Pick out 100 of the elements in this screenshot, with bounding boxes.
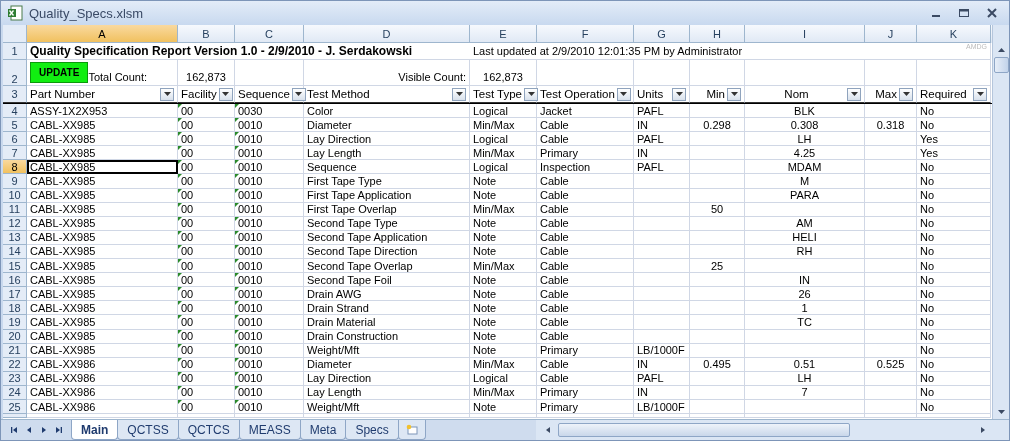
table-cell: Cable xyxy=(540,245,569,258)
table-cell: 0010 xyxy=(238,217,263,230)
column-heading: Part Number xyxy=(30,88,97,100)
row-header[interactable]: 17 xyxy=(3,287,27,302)
table-cell: Cable xyxy=(540,118,569,131)
maximize-icon[interactable] xyxy=(957,7,971,19)
filter-dropdown-button[interactable] xyxy=(899,87,913,101)
filter-dropdown-button[interactable] xyxy=(727,87,741,101)
last-sheet-icon[interactable] xyxy=(54,425,64,435)
dropdown-arrow-icon xyxy=(850,92,858,96)
sheet-tab[interactable]: Main xyxy=(71,420,119,440)
table-cell: 0.495 xyxy=(703,358,731,371)
table-cell: CABL-XX985 xyxy=(30,160,96,173)
table-cell: Yes xyxy=(920,146,938,159)
table-cell: Lay Length xyxy=(307,386,362,399)
row-header[interactable]: 19 xyxy=(3,315,27,330)
table-cell: 00 xyxy=(181,160,194,173)
table-cell: No xyxy=(920,400,935,413)
filter-dropdown-button[interactable] xyxy=(291,87,306,101)
column-header[interactable]: B xyxy=(178,25,235,43)
sheet-tab[interactable]: Meta xyxy=(299,420,347,440)
row-header[interactable]: 4 xyxy=(3,104,27,119)
table-cell: Cable xyxy=(540,217,569,230)
table-cell: Weight/Mft xyxy=(307,400,360,413)
table-cell: Primary xyxy=(540,146,578,159)
table-cell: CABL-XX985 xyxy=(30,231,96,244)
table-cell: 0010 xyxy=(238,287,263,300)
table-cell: CABL-XX985 xyxy=(30,330,96,343)
table-cell: Note xyxy=(473,400,497,413)
row-header[interactable]: 8 xyxy=(3,160,27,175)
column-header[interactable]: H xyxy=(690,25,745,43)
filter-dropdown-button[interactable] xyxy=(524,87,538,101)
table-cell: CABL-XX985 xyxy=(30,203,96,216)
table-cell: 00 xyxy=(181,132,194,145)
sheet-tab[interactable]: QCTSS xyxy=(117,420,179,440)
column-header[interactable]: J xyxy=(865,25,917,43)
row-header[interactable]: 2 xyxy=(3,60,27,86)
table-cell: CABL-XX985 xyxy=(30,189,96,202)
update-button[interactable]: UPDATE xyxy=(30,62,89,83)
table-cell: 0010 xyxy=(238,386,263,399)
column-header[interactable]: I xyxy=(745,25,865,43)
table-cell: Logical xyxy=(473,132,508,145)
column-header[interactable]: A xyxy=(27,25,178,43)
sheet-tab[interactable]: QCTCS xyxy=(177,420,240,440)
empty-cell xyxy=(690,329,745,344)
row-header[interactable]: 18 xyxy=(3,301,27,316)
table-cell: 00 xyxy=(181,231,194,244)
row-header[interactable]: 15 xyxy=(3,259,27,274)
table-cell: CABL-XX985 xyxy=(30,217,96,230)
table-cell: 00 xyxy=(181,104,194,117)
table-cell: Cable xyxy=(540,301,569,314)
column-header[interactable]: C xyxy=(235,25,304,43)
row-header[interactable]: 16 xyxy=(3,273,27,288)
row-header[interactable]: 6 xyxy=(3,132,27,147)
table-cell: CABL-XX986 xyxy=(30,386,96,399)
table-cell: 00 xyxy=(181,217,194,230)
filter-dropdown-button[interactable] xyxy=(218,87,233,101)
table-cell: Min/Max xyxy=(473,386,515,399)
table-cell: ASSY-1X2X953 xyxy=(30,104,108,117)
close-icon[interactable] xyxy=(985,7,999,19)
column-header[interactable]: E xyxy=(470,25,537,43)
filter-dropdown-button[interactable] xyxy=(616,87,631,101)
filter-dropdown-button[interactable] xyxy=(973,87,987,101)
column-header[interactable]: K xyxy=(917,25,991,43)
table-cell: PAFL xyxy=(637,104,664,117)
table-cell: 0.525 xyxy=(876,358,905,371)
column-header[interactable]: D xyxy=(304,25,470,43)
vertical-scrollbar[interactable] xyxy=(992,25,1009,419)
table-cell: 00 xyxy=(181,273,194,286)
table-cell: 26 xyxy=(798,287,811,300)
dropdown-arrow-icon xyxy=(163,92,171,96)
row-header[interactable]: 1 xyxy=(3,43,27,60)
sheet-tab[interactable]: Specs xyxy=(345,420,399,440)
filter-dropdown-button[interactable] xyxy=(672,87,686,101)
table-cell: Logical xyxy=(473,372,508,385)
table-cell: Lay Direction xyxy=(307,372,372,385)
dropdown-arrow-icon xyxy=(902,92,910,96)
column-header[interactable]: G xyxy=(634,25,690,43)
row-header[interactable]: 5 xyxy=(3,118,27,133)
filter-dropdown-button[interactable] xyxy=(452,87,466,101)
table-cell: PAFL xyxy=(637,160,664,173)
total-count-value: 162,873 xyxy=(186,71,226,83)
column-header[interactable]: F xyxy=(537,25,634,43)
table-cell: No xyxy=(920,372,935,385)
scrollbar-thumb[interactable] xyxy=(993,57,1009,73)
table-cell: 00 xyxy=(181,330,194,343)
table-cell: No xyxy=(920,245,935,258)
sheet-tab[interactable]: MEASS xyxy=(238,420,301,440)
first-sheet-icon[interactable] xyxy=(9,425,19,435)
row-header[interactable]: 9 xyxy=(3,174,27,189)
row-header[interactable]: 3 xyxy=(3,86,27,103)
table-cell: 0010 xyxy=(238,315,263,328)
row-header[interactable]: 7 xyxy=(3,146,27,161)
horizontal-scrollbar[interactable] xyxy=(535,420,1009,440)
table-cell: 0.298 xyxy=(703,118,731,131)
filter-dropdown-button[interactable] xyxy=(160,87,174,101)
filter-dropdown-button[interactable] xyxy=(847,87,861,101)
table-cell: CABL-XX985 xyxy=(30,118,96,131)
scrollbar-thumb[interactable] xyxy=(557,423,850,437)
table-cell: Drain Strand xyxy=(307,301,369,314)
